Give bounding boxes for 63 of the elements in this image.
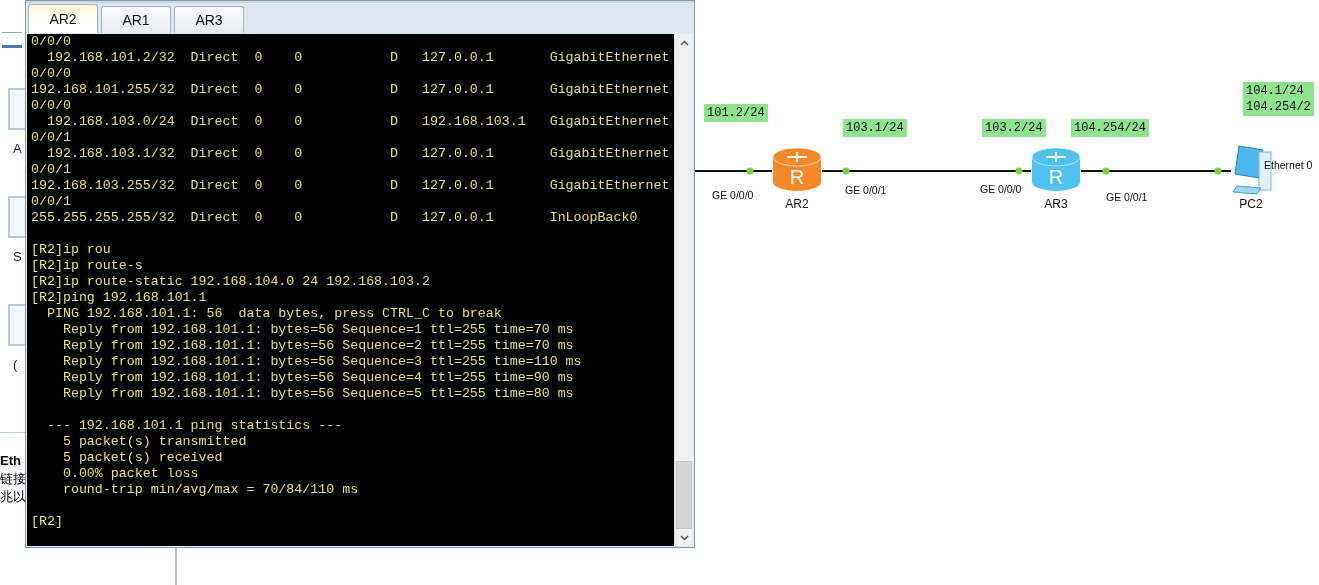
terminal-line: 0/0/0	[31, 98, 72, 114]
details-title: Eth	[0, 453, 22, 469]
terminal-line: round-trip min/avg/max = 70/84/110 ms	[61, 482, 360, 498]
port-label: GE 0/0/1	[1106, 191, 1148, 203]
port-dot	[842, 167, 850, 175]
port-dot	[1214, 167, 1222, 175]
terminal-line: [R2]ping 192.168.101.1	[31, 290, 208, 306]
details-text: 链接	[0, 471, 25, 487]
terminal-line: Reply from 192.168.101.1: bytes=56 Sequence=2 ttl=255 time=70 ms	[61, 338, 575, 354]
device-tile[interactable]	[8, 88, 25, 130]
terminal-line: Reply from 192.168.101.1: bytes=56 Sequence=4 ttl=255 time=90 ms	[61, 370, 575, 386]
terminal-line: 0.00% packet loss	[61, 466, 200, 482]
port-label: Ethernet 0	[1264, 159, 1313, 171]
terminal-line: 192.168.103.1/32 Direct 0 0 D 127.0.0.1 GigabitEthernet	[45, 146, 671, 162]
terminal-line: [R2]ip rou	[31, 242, 112, 258]
console-tab[interactable]: AR3	[174, 6, 244, 33]
terminal-line: 0/0/1	[31, 194, 72, 210]
device-label: A	[13, 142, 22, 156]
address-tag: 101.2/24	[704, 104, 768, 122]
console-tab[interactable]: AR1	[101, 6, 171, 33]
address-tag: 104.254/24	[1071, 119, 1149, 137]
terminal-line: Reply from 192.168.101.1: bytes=56 Sequence=5 ttl=255 time=80 ms	[61, 386, 575, 402]
terminal-line: 0/0/0	[31, 66, 72, 82]
device-name: AR3	[1043, 197, 1069, 211]
port-label: GE 0/0/0	[712, 189, 754, 201]
port-dot	[1102, 167, 1110, 175]
terminal-line: 192.168.101.2/32 Direct 0 0 D 127.0.0.1 GigabitEthernet	[45, 50, 671, 66]
terminal-line: 5 packet(s) received	[61, 450, 224, 466]
port-dot	[746, 167, 754, 175]
terminal-line: PING 192.168.101.1: 56 data bytes, press CTRL_C to break	[45, 306, 503, 322]
port-dot	[1015, 167, 1023, 175]
details-text: 兆以	[0, 489, 25, 505]
terminal-line: Reply from 192.168.101.1: bytes=56 Sequence=3 ttl=255 time=110 ms	[61, 354, 583, 370]
device-label: S	[13, 250, 22, 264]
terminal-line: --- 192.168.101.1 ping statistics ---	[45, 418, 344, 434]
device-name: PC2	[1238, 197, 1264, 211]
terminal-line: [R2]ip route-s	[31, 258, 144, 274]
terminal-line: 192.168.101.255/32 Direct 0 0 D 127.0.0.1 GigabitEthernet	[31, 82, 671, 98]
chevron-down-icon	[679, 534, 689, 541]
console-tab[interactable]: AR2	[28, 4, 98, 33]
terminal-line: 0/0/0	[31, 34, 72, 50]
address-text: 104.1/24	[1246, 83, 1305, 99]
device-tile[interactable]	[8, 196, 25, 238]
address-tag: 103.1/24	[843, 119, 907, 137]
port-label: GE 0/0/1	[845, 184, 887, 196]
port-label: GE 0/0/0	[980, 183, 1022, 195]
terminal-line: 192.168.103.0/24 Direct 0 0 D 192.168.103.1 GigabitEthernet	[45, 114, 671, 130]
terminal-line: 192.168.103.255/32 Direct 0 0 D 127.0.0.1 GigabitEthernet	[31, 178, 671, 194]
address-tag: 103.2/24	[982, 119, 1046, 137]
scrollbar[interactable]	[674, 34, 693, 546]
terminal-line: 0/0/1	[31, 130, 72, 146]
device-label: (	[13, 358, 18, 372]
terminal-line: 0/0/1	[31, 162, 72, 178]
terminal-line: 5 packet(s) transmitted	[61, 434, 248, 450]
address-text: 104.254/2	[1246, 99, 1311, 115]
device-tile[interactable]	[8, 304, 25, 346]
terminal-line: Reply from 192.168.101.1: bytes=56 Sequence=1 ttl=255 time=70 ms	[61, 322, 575, 338]
device-name: AR2	[784, 197, 810, 211]
terminal-line: [R2]ip route-static 192.168.104.0 24 192.168.103.2	[31, 274, 431, 290]
chevron-up-icon	[679, 39, 689, 46]
terminal-line: 255.255.255.255/32 Direct 0 0 D 127.0.0.1 InLoopBack0	[31, 210, 639, 226]
terminal-line: [R2]	[31, 514, 64, 530]
scroll-thumb[interactable]	[676, 461, 692, 529]
